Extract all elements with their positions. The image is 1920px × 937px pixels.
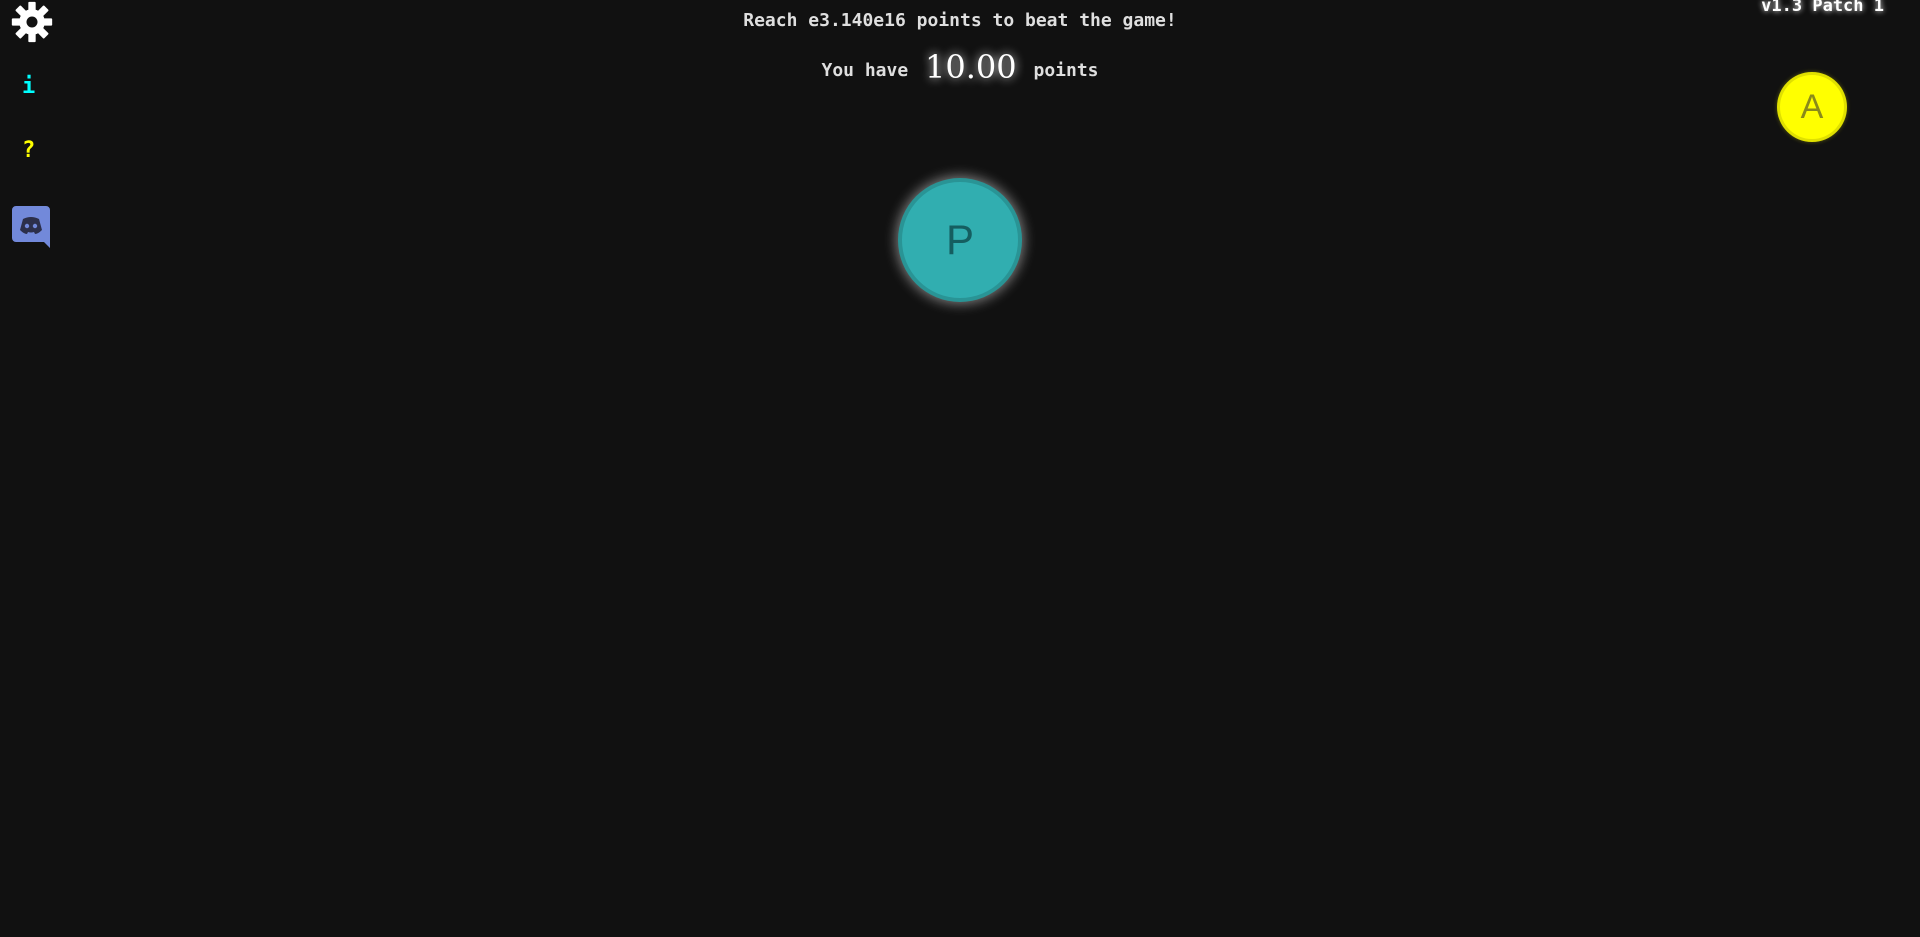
discord-icon	[12, 206, 50, 248]
version-label[interactable]: v1.3 Patch 1	[1761, 0, 1884, 16]
points-prefix: You have	[821, 60, 909, 81]
points-suffix: points	[1033, 60, 1099, 81]
goal-text: Reach e3.140e16 points to beat the game!	[743, 10, 1177, 31]
layer-node-p[interactable]: P	[898, 178, 1022, 302]
points-display: You have 10.00 points	[0, 48, 1920, 86]
layer-node-a[interactable]: A	[1777, 72, 1847, 142]
game-screen: i ? Reach e3.140e16 points to beat the g…	[0, 0, 1920, 937]
help-button[interactable]: ?	[22, 140, 35, 162]
points-value: 10.00	[925, 48, 1017, 86]
discord-button[interactable]	[12, 206, 50, 248]
